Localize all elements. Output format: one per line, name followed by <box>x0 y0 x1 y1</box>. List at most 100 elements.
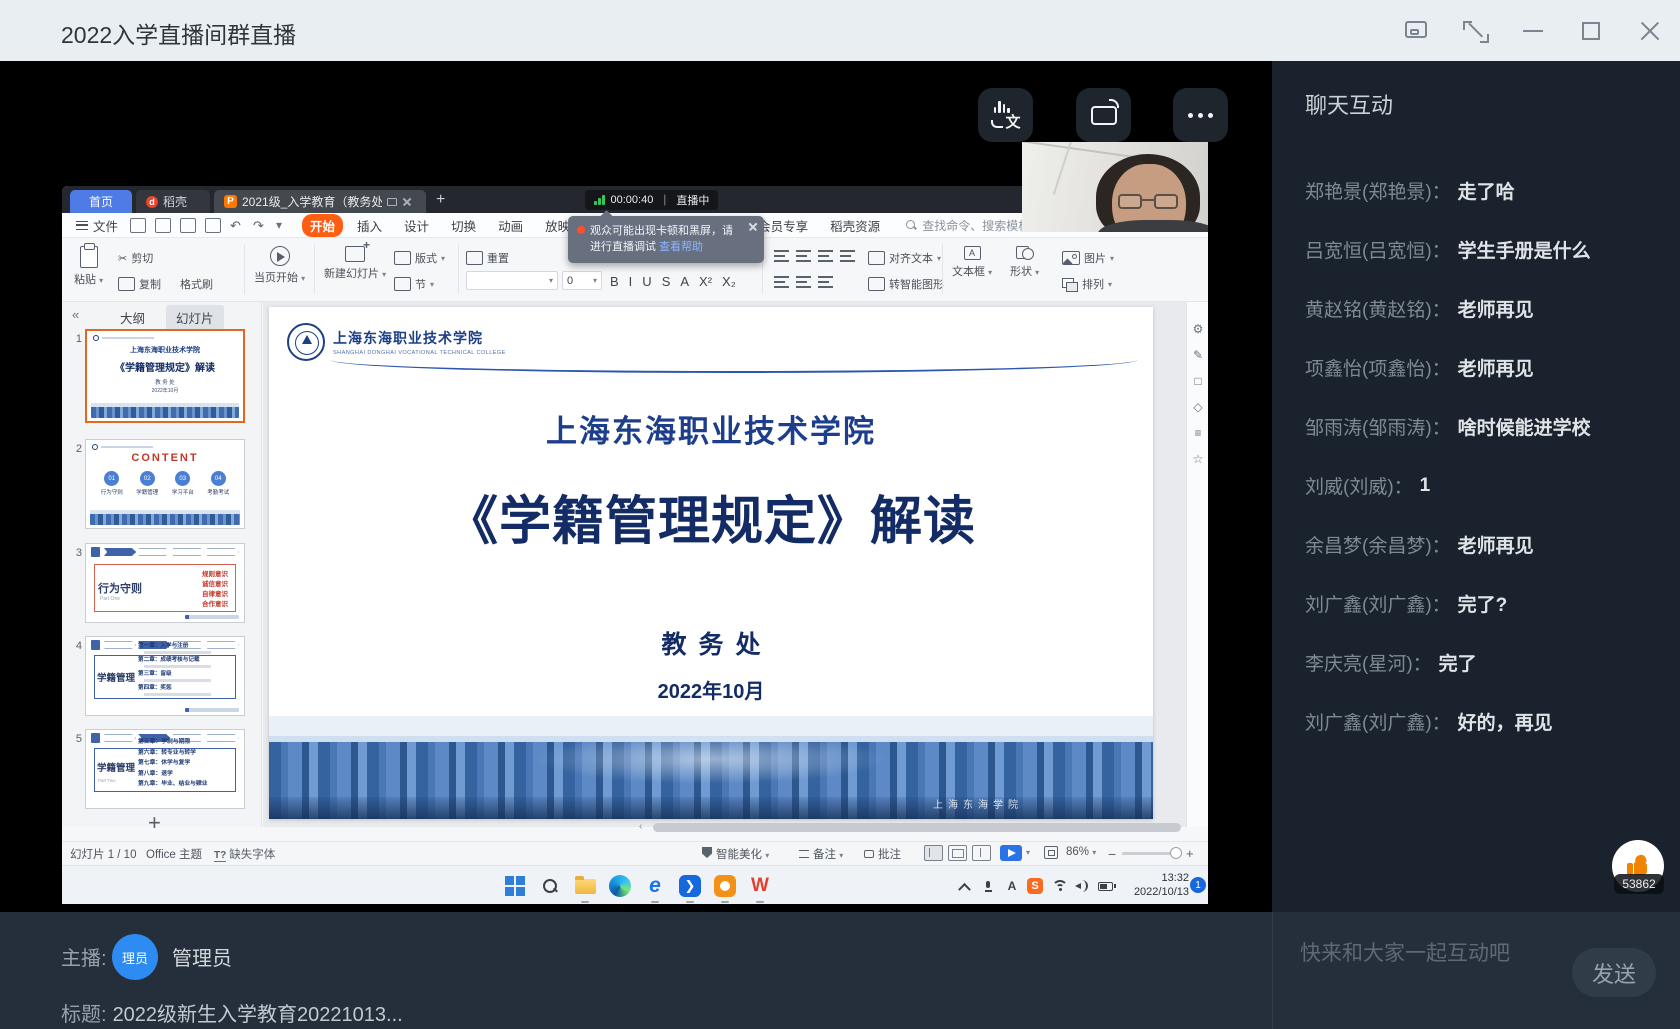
paste-button[interactable]: 粘贴 ▾ <box>74 246 103 287</box>
menu-item[interactable]: 设计 <box>396 214 437 237</box>
line-spacing-icon[interactable] <box>774 276 789 288</box>
tooltip-close-icon[interactable] <box>748 222 757 231</box>
slide-thumbnail-2[interactable]: CONTENT 01 行为守则 02 学籍管理 <box>85 439 245 529</box>
favorite-pane-icon[interactable]: ☆ <box>1187 446 1209 472</box>
align-text-button[interactable]: 对齐文本 ▾ <box>868 250 941 266</box>
arrange-button[interactable]: 排列 ▾ <box>1062 276 1112 292</box>
zoom-slider-knob[interactable] <box>1170 847 1182 859</box>
reading-view-button[interactable] <box>972 845 991 861</box>
color-pane-icon[interactable]: ◇ <box>1187 394 1209 420</box>
missing-font-warning[interactable]: T?缺失字体 <box>214 846 275 862</box>
wps-app-button[interactable]: W <box>747 873 773 899</box>
taskbar-clock[interactable]: 13:32 2022/10/13 <box>1117 871 1189 899</box>
new-tab-button[interactable]: + <box>436 191 445 209</box>
layout-pane-icon[interactable]: □ <box>1187 368 1209 394</box>
hscroll-left-arrow[interactable]: ‹ <box>639 821 642 832</box>
tray-sogou-button[interactable]: S <box>1025 873 1045 899</box>
textbox-button[interactable]: A 文本框 ▾ <box>952 246 992 279</box>
command-search[interactable]: 查找命令、搜索模板 <box>906 217 1030 234</box>
taskbar-search-button[interactable] <box>537 873 563 899</box>
horizontal-scrollbar[interactable] <box>653 823 1181 832</box>
menu-item[interactable]: 稻壳资源 <box>822 214 888 237</box>
minimize-button[interactable] <box>1519 18 1549 44</box>
preview-icon[interactable] <box>205 218 221 233</box>
outline-tab[interactable]: 大纲 <box>120 308 145 327</box>
ie-browser-button[interactable]: e <box>642 873 668 899</box>
edge-browser-button[interactable] <box>607 873 633 899</box>
tray-expand-button[interactable] <box>955 873 973 899</box>
menu-item[interactable]: 开始 <box>302 214 343 237</box>
font-style-button[interactable]: U <box>642 274 651 289</box>
menu-item[interactable]: 切换 <box>443 214 484 237</box>
normal-view-button[interactable] <box>924 845 943 861</box>
tray-battery-button[interactable] <box>1095 873 1115 899</box>
new-slide-button[interactable]: 新建幻灯片 ▾ <box>324 246 386 281</box>
help-link[interactable]: 查看帮助 <box>659 241 703 253</box>
wps-tab-document[interactable]: P 2021级_入学教育（教务处） <box>214 190 426 213</box>
slide-thumbnail-5[interactable]: 学籍管理 Part Two 第五章：学制与期限第六章：转专业与转学第七章：休学与… <box>85 729 245 809</box>
maximize-button[interactable] <box>1577 18 1607 44</box>
tray-wifi-button[interactable] <box>1051 873 1069 899</box>
close-button[interactable] <box>1635 18 1665 44</box>
comments-button[interactable]: 批注 <box>864 846 901 862</box>
send-button[interactable]: 发送 <box>1572 948 1656 997</box>
wps-tab-home[interactable]: 首页 <box>70 190 132 213</box>
present-icon[interactable] <box>387 198 397 206</box>
zoom-level[interactable]: 86% ▾ <box>1066 846 1096 858</box>
collapse-panel-button[interactable]: « <box>72 307 79 322</box>
file-menu[interactable]: 文件 <box>76 216 118 235</box>
align-center-icon[interactable] <box>796 250 811 262</box>
live-app-button[interactable] <box>712 873 738 899</box>
tray-volume-button[interactable] <box>1073 873 1091 899</box>
tray-mic-button[interactable] <box>979 873 997 899</box>
reset-button[interactable]: 重置 <box>466 250 509 266</box>
mini-window-icon[interactable] <box>1402 18 1432 44</box>
font-size-combo[interactable]: 0▾ <box>562 271 602 290</box>
fullscreen-icon[interactable] <box>1460 18 1490 44</box>
print-icon[interactable] <box>180 218 196 233</box>
shape-button[interactable]: 形状 ▾ <box>1010 246 1039 279</box>
slideshow-play-button[interactable] <box>1000 845 1022 861</box>
toolbar-caret-icon[interactable]: ▾ <box>276 218 286 233</box>
list-icon[interactable] <box>818 276 833 288</box>
voice-subtitle-button[interactable]: 文 <box>978 88 1033 142</box>
section-button[interactable]: 节 ▾ <box>394 276 434 292</box>
font-style-button[interactable]: A <box>680 274 689 289</box>
font-style-button[interactable]: X² <box>699 274 712 289</box>
smart-beautify-button[interactable]: 智能美化 ▾ <box>702 846 769 862</box>
redo-icon[interactable]: ↷ <box>253 218 267 233</box>
file-explorer-button[interactable] <box>572 873 598 899</box>
properties-icon[interactable]: ⚙ <box>1187 316 1209 342</box>
save-icon[interactable] <box>130 218 146 233</box>
output-icon[interactable] <box>155 218 171 233</box>
menu-item[interactable]: 插入 <box>349 214 390 237</box>
wps-tab-docer[interactable]: d 稻壳 <box>136 190 210 213</box>
slide-sorter-button[interactable] <box>948 845 967 861</box>
font-style-button[interactable]: X₂ <box>722 274 736 289</box>
tray-ime-button[interactable]: A <box>1003 873 1021 899</box>
play-from-current-button[interactable]: 当页开始 ▾ <box>254 246 305 285</box>
slide-thumbnail-4[interactable]: 学籍管理 第一章：入学与注册第二章：成绩考核与记载第三章：留级第四章：奖惩 <box>85 636 245 716</box>
fit-slide-icon[interactable] <box>1044 846 1058 859</box>
font-style-button[interactable]: S <box>662 274 671 289</box>
windows-start-button[interactable] <box>502 873 528 899</box>
close-doc-icon[interactable] <box>402 197 412 207</box>
zoom-out-button[interactable]: − <box>1108 846 1116 862</box>
cut-button[interactable]: ✂ 剪切 <box>118 250 153 266</box>
format-painter-button[interactable]: 格式刷 <box>180 276 213 292</box>
copy-button[interactable]: 复制 <box>118 276 161 292</box>
notification-badge[interactable]: 1 <box>1190 877 1206 893</box>
menu-item[interactable]: 动画 <box>490 214 531 237</box>
zoom-slider[interactable] <box>1122 852 1178 855</box>
like-button[interactable]: 53862 <box>1611 840 1665 898</box>
zoom-in-button[interactable]: + <box>1186 846 1194 861</box>
smart-graphic-button[interactable]: 转智能图形 <box>868 276 944 292</box>
host-avatar[interactable]: 理员 <box>112 934 158 980</box>
add-slide-button[interactable]: + <box>148 810 161 836</box>
meeting-app-button[interactable]: ❯ <box>677 873 703 899</box>
slides-tab[interactable]: 幻灯片 <box>166 305 224 330</box>
list-pane-icon[interactable]: ≡ <box>1187 420 1209 446</box>
notes-button[interactable]: 备注 ▾ <box>799 846 843 862</box>
chat-input[interactable] <box>1300 936 1550 972</box>
slide-thumbnail-1[interactable]: 上海东海职业技术学院 《学籍管理规定》解读 教 务 处 2022年10月 <box>85 329 245 423</box>
